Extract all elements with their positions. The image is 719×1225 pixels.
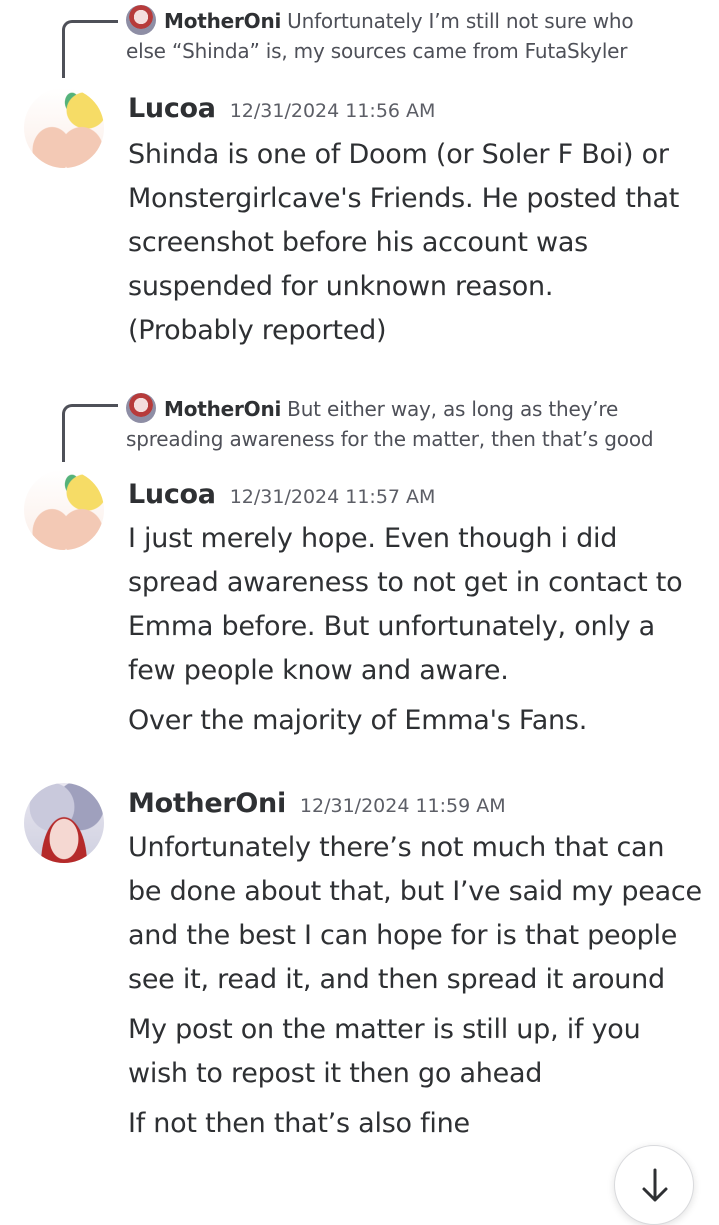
avatar[interactable] [24,783,104,863]
message-text: My post on the matter is still up, if yo… [128,1014,641,1089]
reply-author[interactable]: MotherOni [164,9,281,33]
reply-connector [62,404,118,462]
avatar[interactable] [24,470,104,550]
avatar[interactable] [24,88,104,168]
message-text: I just merely hope. Even though i did sp… [128,523,683,686]
reply-avatar [126,393,156,423]
reply-connector [62,20,118,78]
reply-text-continued: else “Shinda” is, my sources came from F… [126,39,628,63]
reply-text: Unfortunately I’m still not sure who [287,9,634,33]
message-header: Lucoa 12/31/2024 11:57 AM [128,475,435,515]
reply-text: But either way, as long as they’re [287,397,619,421]
reply-preview[interactable]: MotherOni Unfortunately I’m still not sur… [126,5,679,66]
timestamp: 12/31/2024 11:56 AM [229,100,436,122]
message-header: MotherOni 12/31/2024 11:59 AM [128,784,506,824]
reply-preview[interactable]: MotherOni But either way, as long as they… [126,393,679,454]
message-text: Shinda is one of Doom (or Soler F Boi) o… [128,139,680,302]
message-text: Unfortunately there’s not much that can … [128,832,702,995]
author-name[interactable]: MotherOni [128,788,286,819]
message-text: If not then that’s also fine [128,1108,470,1139]
author-name[interactable]: Lucoa [128,479,216,510]
timestamp: 12/31/2024 11:57 AM [229,486,436,508]
author-name[interactable]: Lucoa [128,93,216,124]
timestamp: 12/31/2024 11:59 AM [299,795,506,817]
reply-author[interactable]: MotherOni [164,397,281,421]
message-text: (Probably reported) [128,315,387,346]
message-content: Shinda is one of Doom (or Soler F Boi) o… [128,133,703,353]
message-content: I just merely hope. Even though i did sp… [128,517,703,743]
message-text: Over the majority of Emma's Fans. [128,705,588,736]
message-header: Lucoa 12/31/2024 11:56 AM [128,89,435,129]
arrow-down-icon [642,1168,668,1202]
reply-avatar [126,5,156,35]
message-content: Unfortunately there’s not much that can … [128,826,703,1146]
jump-to-present-button[interactable] [614,1145,694,1225]
reply-text-continued: spreading awareness for the matter, then… [126,427,654,451]
